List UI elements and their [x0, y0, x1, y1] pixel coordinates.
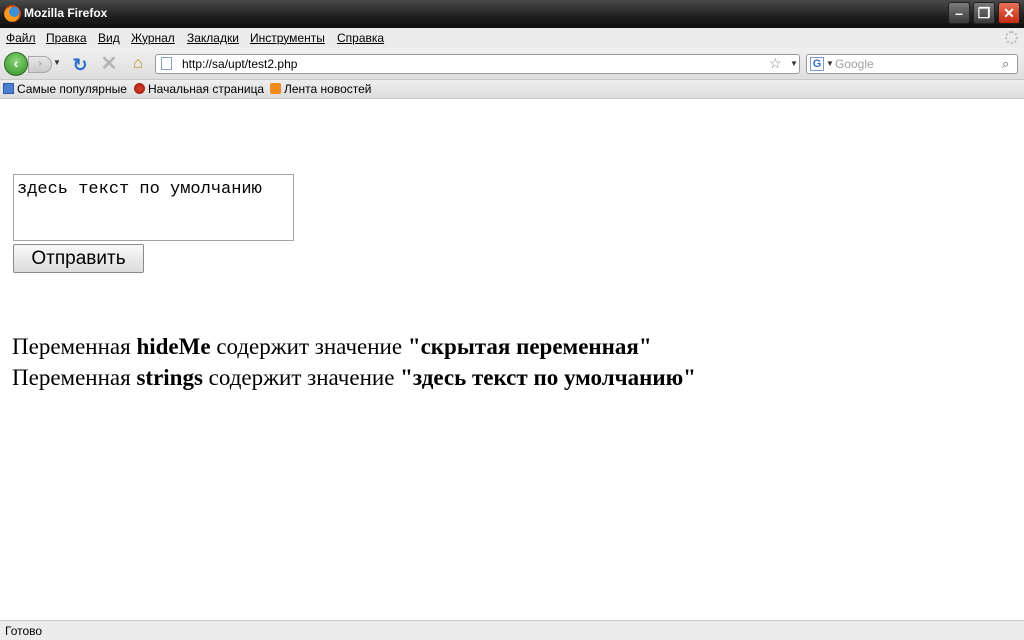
- minimize-button[interactable]: –: [948, 2, 970, 24]
- output-line-strings: Переменная strings содержит значение "зд…: [12, 365, 696, 390]
- status-text: Готово: [5, 624, 43, 638]
- url-text[interactable]: http://sa/upt/test2.php: [182, 57, 297, 71]
- search-icon[interactable]: ⌕: [1002, 56, 1009, 72]
- close-button[interactable]: ✕: [998, 2, 1020, 24]
- firefox-logo-icon: [4, 5, 21, 22]
- google-engine-icon[interactable]: G: [810, 57, 824, 71]
- start-page-icon: [134, 83, 145, 94]
- bookmark-label: Самые популярные: [17, 82, 127, 96]
- var-value: "здесь текст по умолчанию": [400, 365, 696, 390]
- forward-button[interactable]: ›: [28, 56, 52, 73]
- maximize-button[interactable]: ❐: [973, 2, 995, 24]
- history-dropdown-icon[interactable]: ▼: [53, 58, 61, 67]
- title-bar: Mozilla Firefox – ❐ ✕: [0, 0, 1024, 28]
- rss-icon: [270, 83, 281, 94]
- search-input[interactable]: [835, 57, 995, 71]
- menu-file[interactable]: Файл: [6, 31, 36, 45]
- bookmark-news-feed[interactable]: Лента новостей: [270, 82, 372, 96]
- submit-button[interactable]: Отправить: [13, 244, 144, 273]
- var-name: strings: [136, 365, 203, 390]
- engine-dropdown-icon[interactable]: ▼: [826, 59, 834, 68]
- bookmarks-toolbar: Самые популярные Начальная страница Лент…: [0, 80, 1024, 99]
- output-line-hideme: Переменная hideMe содержит значение "скр…: [12, 334, 652, 359]
- page-content: здесь текст по умолчанию Отправить Перем…: [0, 99, 1024, 620]
- menu-bar: Файл Правка Вид Журнал Закладки Инструме…: [0, 28, 1024, 48]
- folder-icon: [3, 83, 14, 94]
- reload-button[interactable]: ↻: [70, 55, 90, 75]
- menu-history[interactable]: Журнал: [131, 31, 175, 45]
- search-bar: G ▼ ⌕: [806, 54, 1018, 74]
- url-dropdown-icon[interactable]: ▼: [790, 59, 798, 68]
- address-bar[interactable]: http://sa/upt/test2.php ☆ ▼: [155, 54, 800, 74]
- status-bar: Готово: [0, 620, 1024, 640]
- bookmark-most-visited[interactable]: Самые популярные: [3, 82, 127, 96]
- bookmark-label: Лента новостей: [284, 82, 372, 96]
- window-title: Mozilla Firefox: [24, 6, 108, 20]
- throbber-icon: [1005, 31, 1018, 44]
- bookmark-start-page[interactable]: Начальная страница: [134, 82, 264, 96]
- var-value: "скрытая переменная": [407, 334, 652, 359]
- menu-view[interactable]: Вид: [98, 31, 120, 45]
- page-icon: [161, 57, 172, 70]
- stop-button[interactable]: ✕: [99, 54, 119, 74]
- menu-bookmarks[interactable]: Закладки: [187, 31, 239, 45]
- navigation-toolbar: ‹ › ▼ ↻ ✕ ⌂ http://sa/upt/test2.php ☆ ▼ …: [0, 48, 1024, 80]
- home-button[interactable]: ⌂: [128, 54, 148, 74]
- menu-edit[interactable]: Правка: [46, 31, 87, 45]
- back-button[interactable]: ‹: [4, 52, 28, 76]
- bookmark-star-icon[interactable]: ☆: [769, 55, 782, 72]
- menu-help[interactable]: Справка: [337, 31, 384, 45]
- strings-textarea[interactable]: здесь текст по умолчанию: [13, 174, 294, 241]
- menu-tools[interactable]: Инструменты: [250, 31, 325, 45]
- bookmark-label: Начальная страница: [148, 82, 265, 96]
- var-name: hideMe: [136, 334, 211, 359]
